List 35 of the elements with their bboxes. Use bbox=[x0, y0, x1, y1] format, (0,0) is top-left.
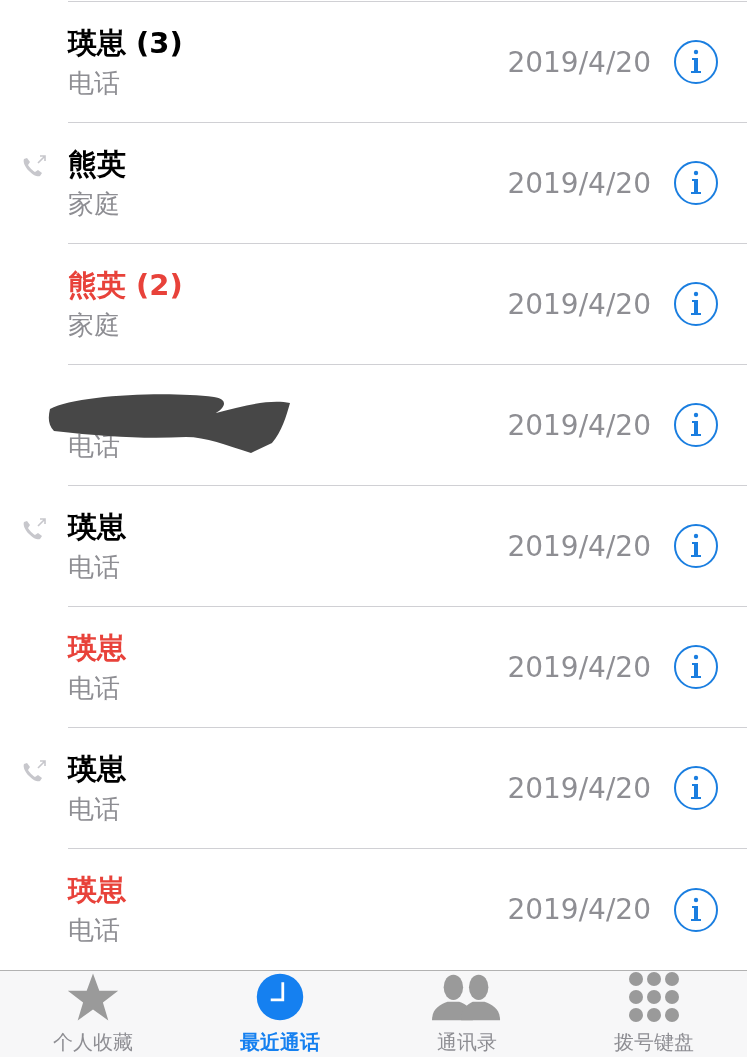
tab[interactable]: 个人收藏 bbox=[0, 971, 187, 1057]
caller-name: 瑛崽 bbox=[68, 508, 127, 546]
caller-name: 瑛崽 (3) bbox=[68, 24, 184, 62]
caller-name: 熊英 bbox=[68, 145, 127, 183]
call-date: 2019/4/20 bbox=[507, 45, 651, 79]
info-icon[interactable] bbox=[673, 523, 719, 569]
info-icon[interactable] bbox=[673, 644, 719, 690]
call-type: 家庭 bbox=[68, 308, 121, 342]
caller-name: 瑛崽 bbox=[68, 750, 127, 788]
tab[interactable]: 最近通话 bbox=[186, 971, 374, 1057]
caller-name: 熊英 (2) bbox=[68, 266, 184, 304]
call-date: 2019/4/20 bbox=[507, 287, 651, 321]
call-date: 2019/4/20 bbox=[507, 529, 651, 563]
call-type: 电话 bbox=[68, 671, 121, 705]
info-icon[interactable] bbox=[673, 281, 719, 327]
call-type: 电话 bbox=[68, 792, 121, 826]
caller-name: 瑛崽 bbox=[68, 629, 127, 667]
call-type: 家庭 bbox=[68, 187, 121, 221]
call-date: 2019/4/20 bbox=[507, 771, 651, 805]
info-icon[interactable] bbox=[673, 402, 719, 448]
info-icon[interactable] bbox=[673, 765, 719, 811]
call-date: 2019/4/20 bbox=[507, 166, 651, 200]
call-type: 电话 bbox=[68, 66, 121, 100]
call-type: 电话 bbox=[68, 550, 121, 584]
call-type: 电话 bbox=[68, 914, 121, 947]
caller-name: 瑛崽 bbox=[68, 872, 127, 909]
keypad-icon bbox=[626, 971, 681, 1023]
info-icon[interactable] bbox=[673, 39, 719, 85]
call-date: 2019/4/20 bbox=[507, 408, 651, 442]
tab[interactable]: 拨号键盘 bbox=[560, 971, 747, 1057]
call-date: 2019/4/20 bbox=[507, 650, 651, 684]
info-icon[interactable] bbox=[673, 160, 719, 206]
info-icon[interactable] bbox=[673, 886, 719, 933]
call-date: 2019/4/20 bbox=[507, 893, 651, 926]
tab[interactable]: 通讯录 bbox=[373, 971, 561, 1057]
